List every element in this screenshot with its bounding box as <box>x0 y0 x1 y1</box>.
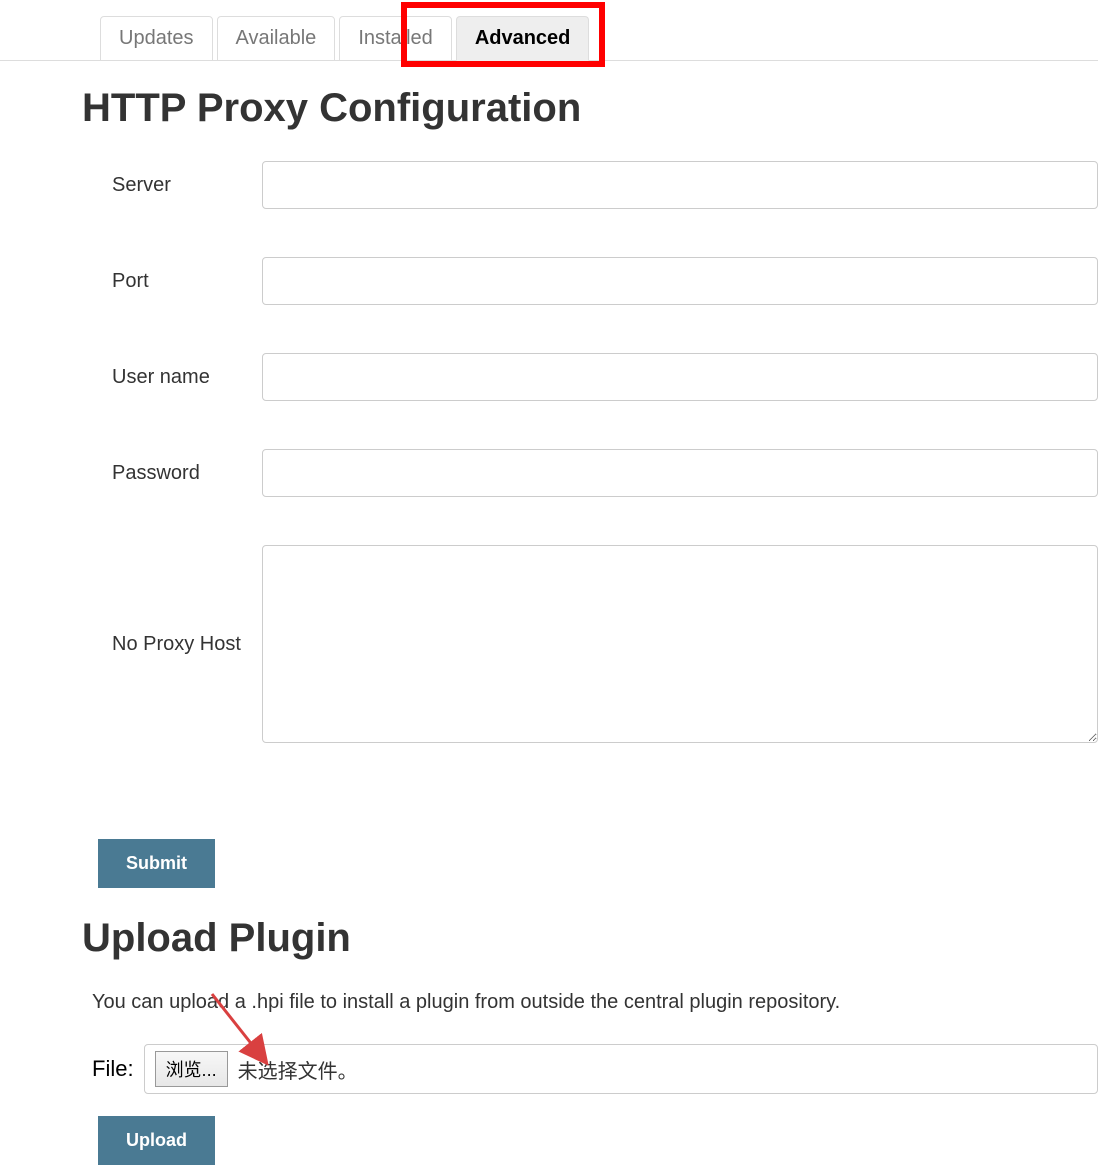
upload-button[interactable]: Upload <box>98 1116 215 1165</box>
server-label: Server <box>82 174 262 197</box>
upload-heading: Upload Plugin <box>82 916 1098 961</box>
port-input[interactable] <box>262 257 1098 305</box>
tab-available[interactable]: Available <box>217 16 336 61</box>
username-label: User name <box>82 366 262 389</box>
username-input[interactable] <box>262 353 1098 401</box>
browse-button[interactable]: 浏览... <box>155 1051 228 1087</box>
tab-updates[interactable]: Updates <box>100 16 213 61</box>
port-label: Port <box>82 270 262 293</box>
noproxy-textarea[interactable] <box>262 545 1098 743</box>
server-input[interactable] <box>262 161 1098 209</box>
tab-advanced[interactable]: Advanced <box>456 16 590 61</box>
noproxy-label: No Proxy Host <box>82 633 262 656</box>
tabs-bar: Updates Available Installed Advanced <box>0 0 1098 61</box>
proxy-heading: HTTP Proxy Configuration <box>82 86 1098 131</box>
password-label: Password <box>82 462 262 485</box>
file-status: 未选择文件。 <box>238 1055 358 1084</box>
upload-description: You can upload a .hpi file to install a … <box>92 991 1098 1014</box>
tab-installed[interactable]: Installed <box>339 16 452 61</box>
password-input[interactable] <box>262 449 1098 497</box>
submit-button[interactable]: Submit <box>98 839 215 888</box>
file-input-wrap: 浏览... 未选择文件。 <box>144 1044 1098 1094</box>
file-label: File: <box>92 1056 134 1082</box>
